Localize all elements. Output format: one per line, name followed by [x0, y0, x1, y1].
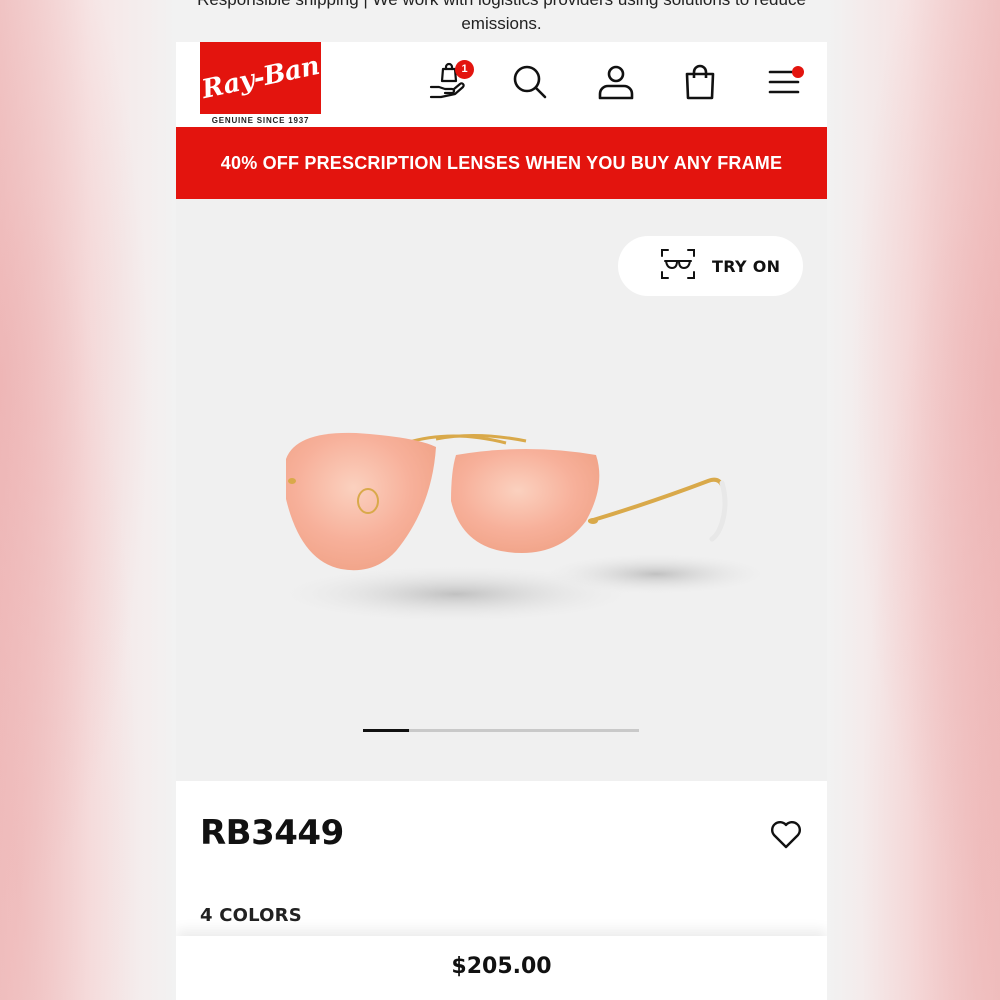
cart-button[interactable]: [678, 62, 722, 106]
menu-button[interactable]: [762, 62, 806, 106]
wishlist-button[interactable]: 1: [426, 60, 474, 106]
search-button[interactable]: [508, 62, 552, 106]
gallery-dot-6[interactable]: [593, 729, 639, 732]
glasses-scan-icon: [660, 248, 696, 285]
search-icon: [510, 62, 550, 107]
favorite-button[interactable]: [769, 817, 803, 851]
price-bar: $205.00: [176, 936, 827, 1000]
account-button[interactable]: [594, 62, 638, 106]
wishlist-count-badge: 1: [455, 60, 474, 79]
product-image: [256, 409, 776, 649]
gallery-dot-1[interactable]: [363, 729, 409, 732]
shopping-bag-icon: [680, 62, 720, 107]
promo-banner[interactable]: 40% OFF PRESCRIPTION LENSES WHEN YOU BUY…: [176, 127, 827, 199]
try-on-label: TRY ON: [712, 256, 781, 276]
product-price: $205.00: [451, 954, 552, 979]
shipping-note: Responsible shipping | We work with logi…: [197, 0, 806, 33]
site-header: Ray-Ban GENUINE SINCE 1937 1: [176, 42, 827, 127]
product-model: RB3449: [200, 813, 344, 853]
heart-icon: [769, 821, 803, 855]
brand-logo[interactable]: Ray-Ban GENUINE SINCE 1937: [199, 42, 322, 126]
logo-wordmark: Ray-Ban: [199, 50, 322, 106]
product-gallery[interactable]: TRY ON: [176, 199, 827, 781]
mobile-page: Ray-Ban GENUINE SINCE 1937 1 40% OFF PRE…: [176, 42, 827, 1000]
menu-notification-dot: [792, 66, 804, 78]
gallery-dot-4[interactable]: [501, 729, 547, 732]
gallery-dot-3[interactable]: [455, 729, 501, 732]
user-icon: [596, 62, 636, 107]
logo-badge: Ray-Ban: [199, 42, 322, 114]
background-left-blur: [0, 0, 176, 1000]
try-on-button[interactable]: TRY ON: [618, 236, 803, 296]
colors-count[interactable]: 4 COLORS: [200, 905, 302, 926]
logo-tagline: GENUINE SINCE 1937: [211, 116, 310, 125]
gallery-dot-2[interactable]: [409, 729, 455, 732]
background-right-blur: [827, 0, 1000, 1000]
gallery-dot-5[interactable]: [547, 729, 593, 732]
gallery-pagination: [363, 729, 639, 732]
